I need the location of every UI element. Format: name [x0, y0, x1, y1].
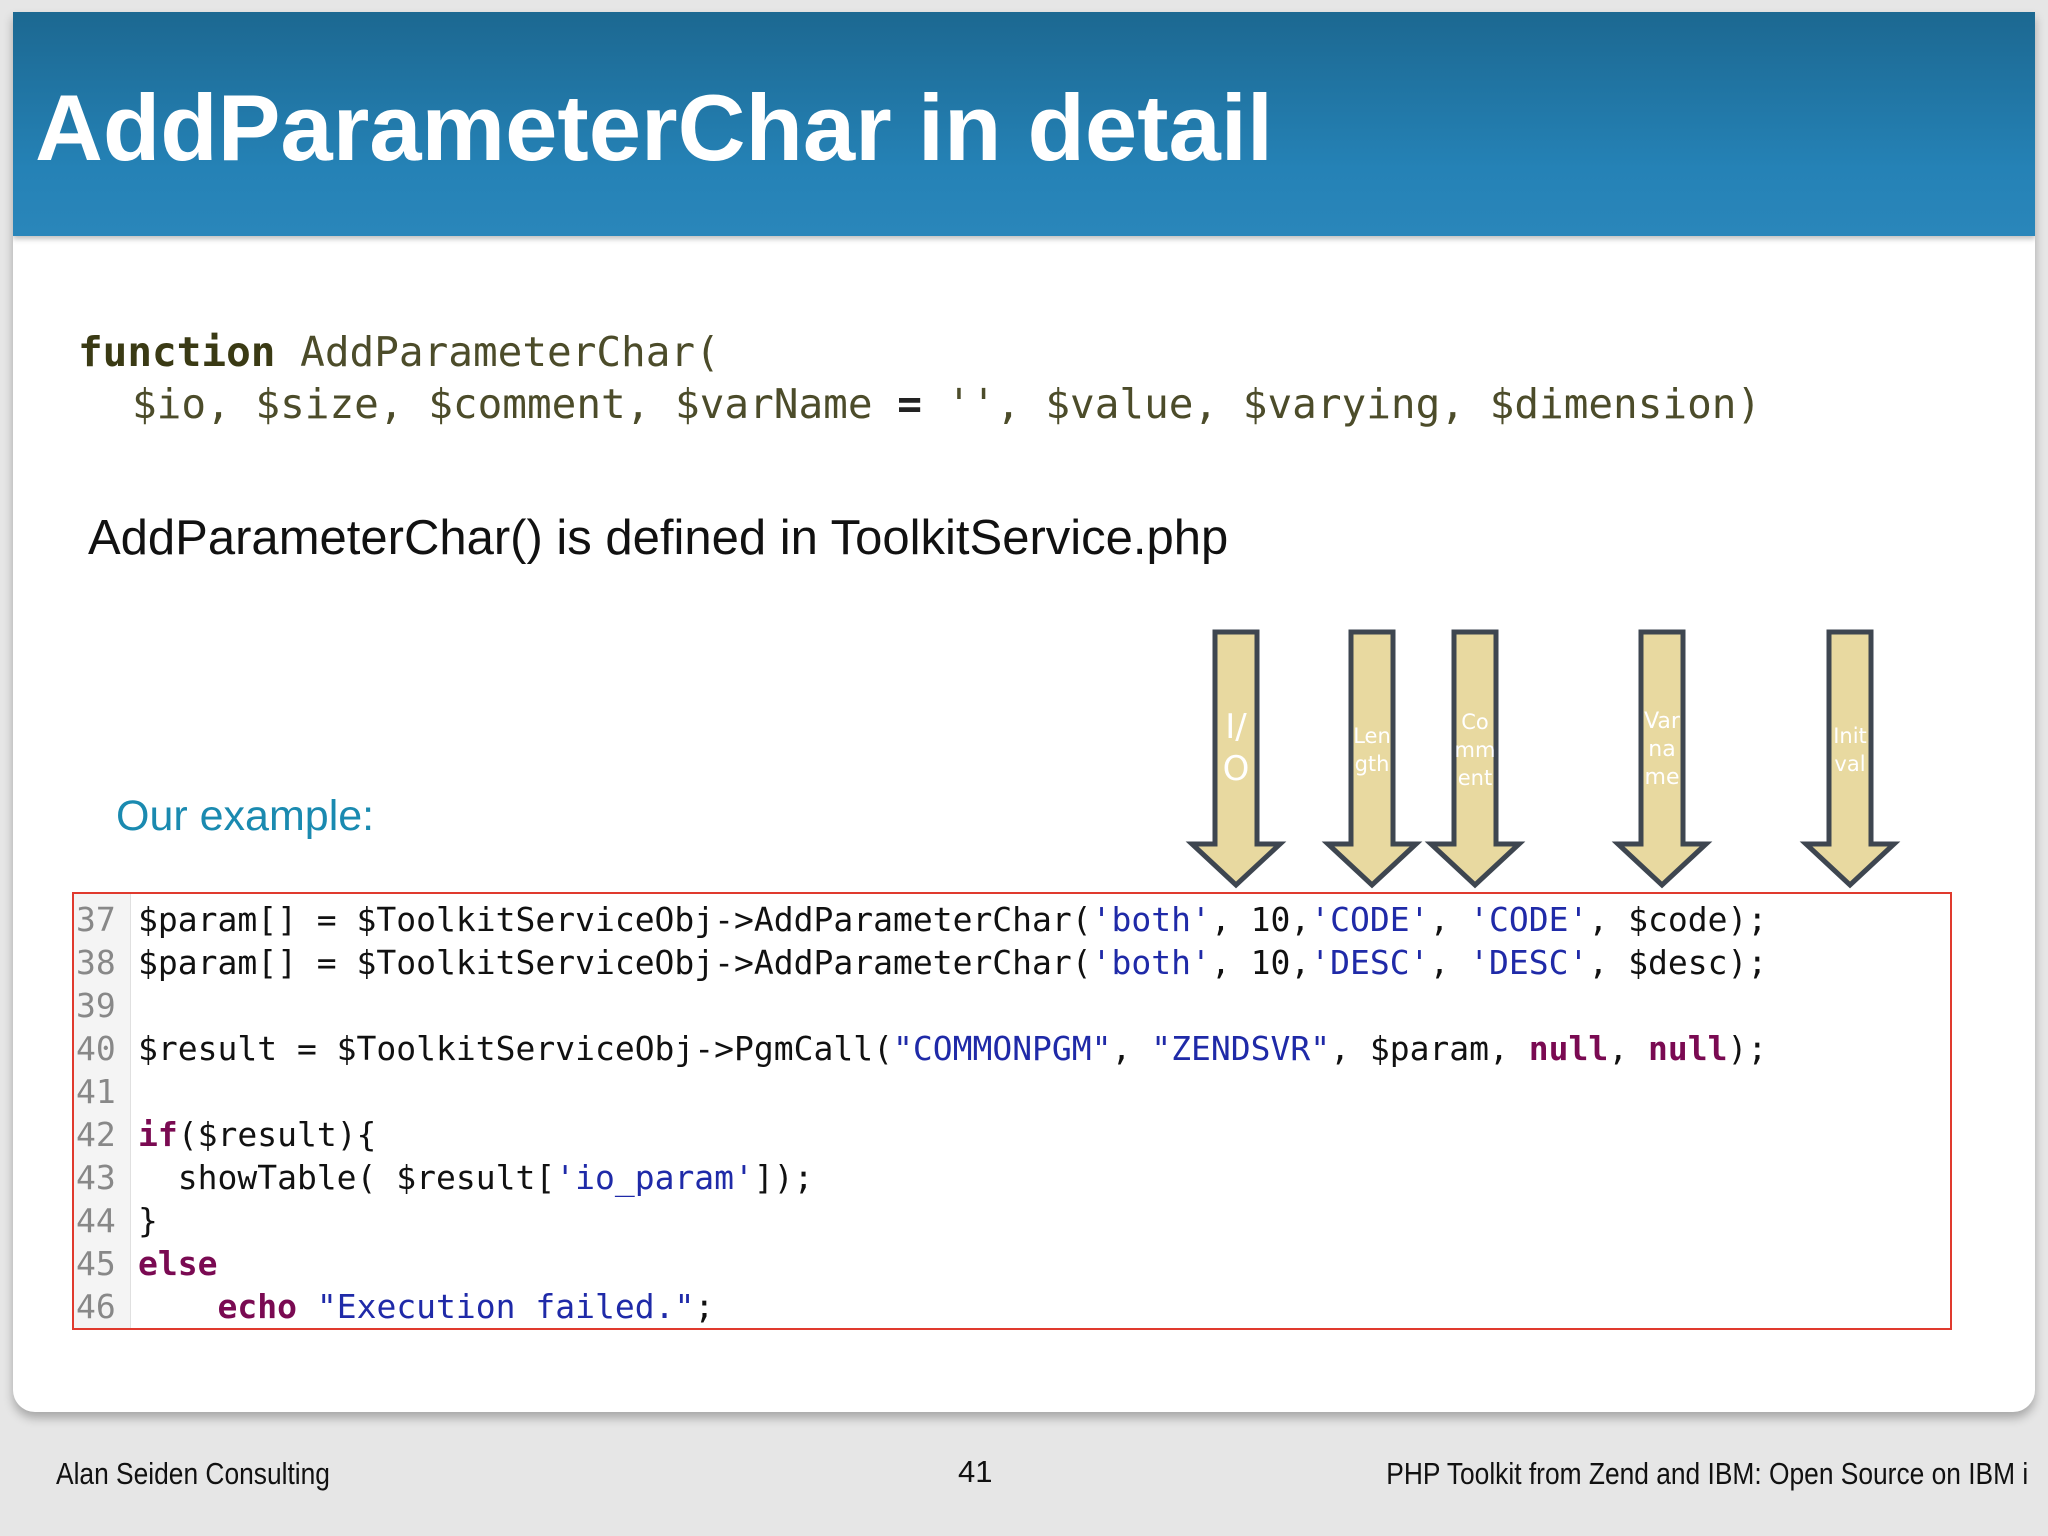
code-keyword: echo: [217, 1287, 297, 1326]
code-keyword: else: [138, 1244, 218, 1283]
code-line: 43 showTable( $result['io_param']);: [74, 1156, 814, 1199]
code-token: $result = $ToolkitServiceObj->PgmCall(: [138, 1029, 893, 1068]
line-number: 38: [76, 943, 116, 982]
code-text: $result = $ToolkitServiceObj->PgmCall("C…: [132, 1027, 1767, 1070]
footer-company: Alan Seiden Consulting: [56, 1456, 330, 1491]
code-string: "COMMONPGM": [892, 1029, 1112, 1068]
code-text: }: [132, 1199, 158, 1242]
line-number: 39: [76, 986, 116, 1025]
arrow-label: Var na me: [1644, 709, 1680, 790]
code-keyword: null: [1528, 1029, 1609, 1068]
code-line: 46 echo "Execution failed.";: [74, 1285, 714, 1328]
code-text: $param[] = $ToolkitServiceObj->AddParame…: [132, 941, 1767, 984]
code-token: , $desc);: [1588, 943, 1768, 982]
code-token: ,: [1429, 900, 1470, 939]
code-token: showTable( $result[: [138, 1158, 556, 1197]
line-number: 40: [76, 1029, 116, 1068]
code-string: "ZENDSVR": [1151, 1029, 1331, 1068]
code-token: , 10,: [1210, 900, 1311, 939]
footer-presentation-title: PHP Toolkit from Zend and IBM: Open Sour…: [1386, 1456, 2028, 1491]
line-number: 41: [76, 1072, 116, 1111]
code-text: else: [132, 1242, 217, 1285]
code-line: 40 $result = $ToolkitServiceObj->PgmCall(…: [74, 1027, 1767, 1070]
arrow-label: Co mm ent: [1454, 710, 1496, 790]
line-number: 46: [76, 1287, 116, 1326]
code-keyword: if: [138, 1115, 178, 1154]
code-token: ,: [1429, 943, 1470, 982]
code-keyword: null: [1648, 1029, 1728, 1068]
code-line: 44}: [74, 1199, 158, 1242]
code-string: 'DESC': [1310, 943, 1430, 982]
code-string: 'both': [1091, 943, 1211, 982]
code-token: $param[] = $ToolkitServiceObj->AddParame…: [138, 943, 1092, 982]
code-string: 'io_param': [555, 1158, 754, 1197]
code-token: $param[] = $ToolkitServiceObj->AddParame…: [138, 900, 1092, 939]
code-token: ,: [1608, 1029, 1649, 1068]
code-string: 'DESC': [1469, 943, 1589, 982]
code-token: ,: [1111, 1029, 1152, 1068]
code-text: $param[] = $ToolkitServiceObj->AddParame…: [132, 898, 1767, 941]
code-string: 'CODE': [1469, 900, 1589, 939]
code-string: "Execution failed.": [316, 1287, 695, 1326]
code-token: , $code);: [1588, 900, 1768, 939]
line-number: 45: [76, 1244, 116, 1283]
arrow-label: Len gth: [1353, 724, 1391, 776]
code-token: ;: [694, 1287, 715, 1326]
code-text: echo "Execution failed.";: [132, 1285, 714, 1328]
code-text: if($result){: [132, 1113, 376, 1156]
code-line: 45 else: [74, 1242, 217, 1285]
code-token: ($result){: [177, 1115, 377, 1154]
code-token: , $param,: [1330, 1029, 1529, 1068]
code-line: 39: [74, 984, 138, 1027]
line-number: 44: [76, 1201, 116, 1240]
line-number: 42: [76, 1115, 116, 1154]
code-line: 37 $param[] = $ToolkitServiceObj->AddPara…: [74, 898, 1767, 941]
code-token: }: [138, 1201, 158, 1240]
line-number: 37: [76, 900, 116, 939]
code-string: 'CODE': [1310, 900, 1430, 939]
code-line: 42 if($result){: [74, 1113, 376, 1156]
code-string: 'both': [1091, 900, 1211, 939]
line-number: 43: [76, 1158, 116, 1197]
code-token: );: [1727, 1029, 1768, 1068]
code-line: 38 $param[] = $ToolkitServiceObj->AddPara…: [74, 941, 1767, 984]
arrow-label: Init val: [1833, 724, 1867, 776]
code-token: , 10,: [1210, 943, 1311, 982]
code-line: 41: [74, 1070, 138, 1113]
code-text: showTable( $result['io_param']);: [132, 1156, 814, 1199]
code-example: 37 $param[] = $ToolkitServiceObj->AddPara…: [72, 892, 1952, 1330]
arrow-label: I/ O: [1222, 707, 1250, 789]
page-number: 41: [958, 1454, 993, 1489]
code-token: ]);: [753, 1158, 814, 1197]
